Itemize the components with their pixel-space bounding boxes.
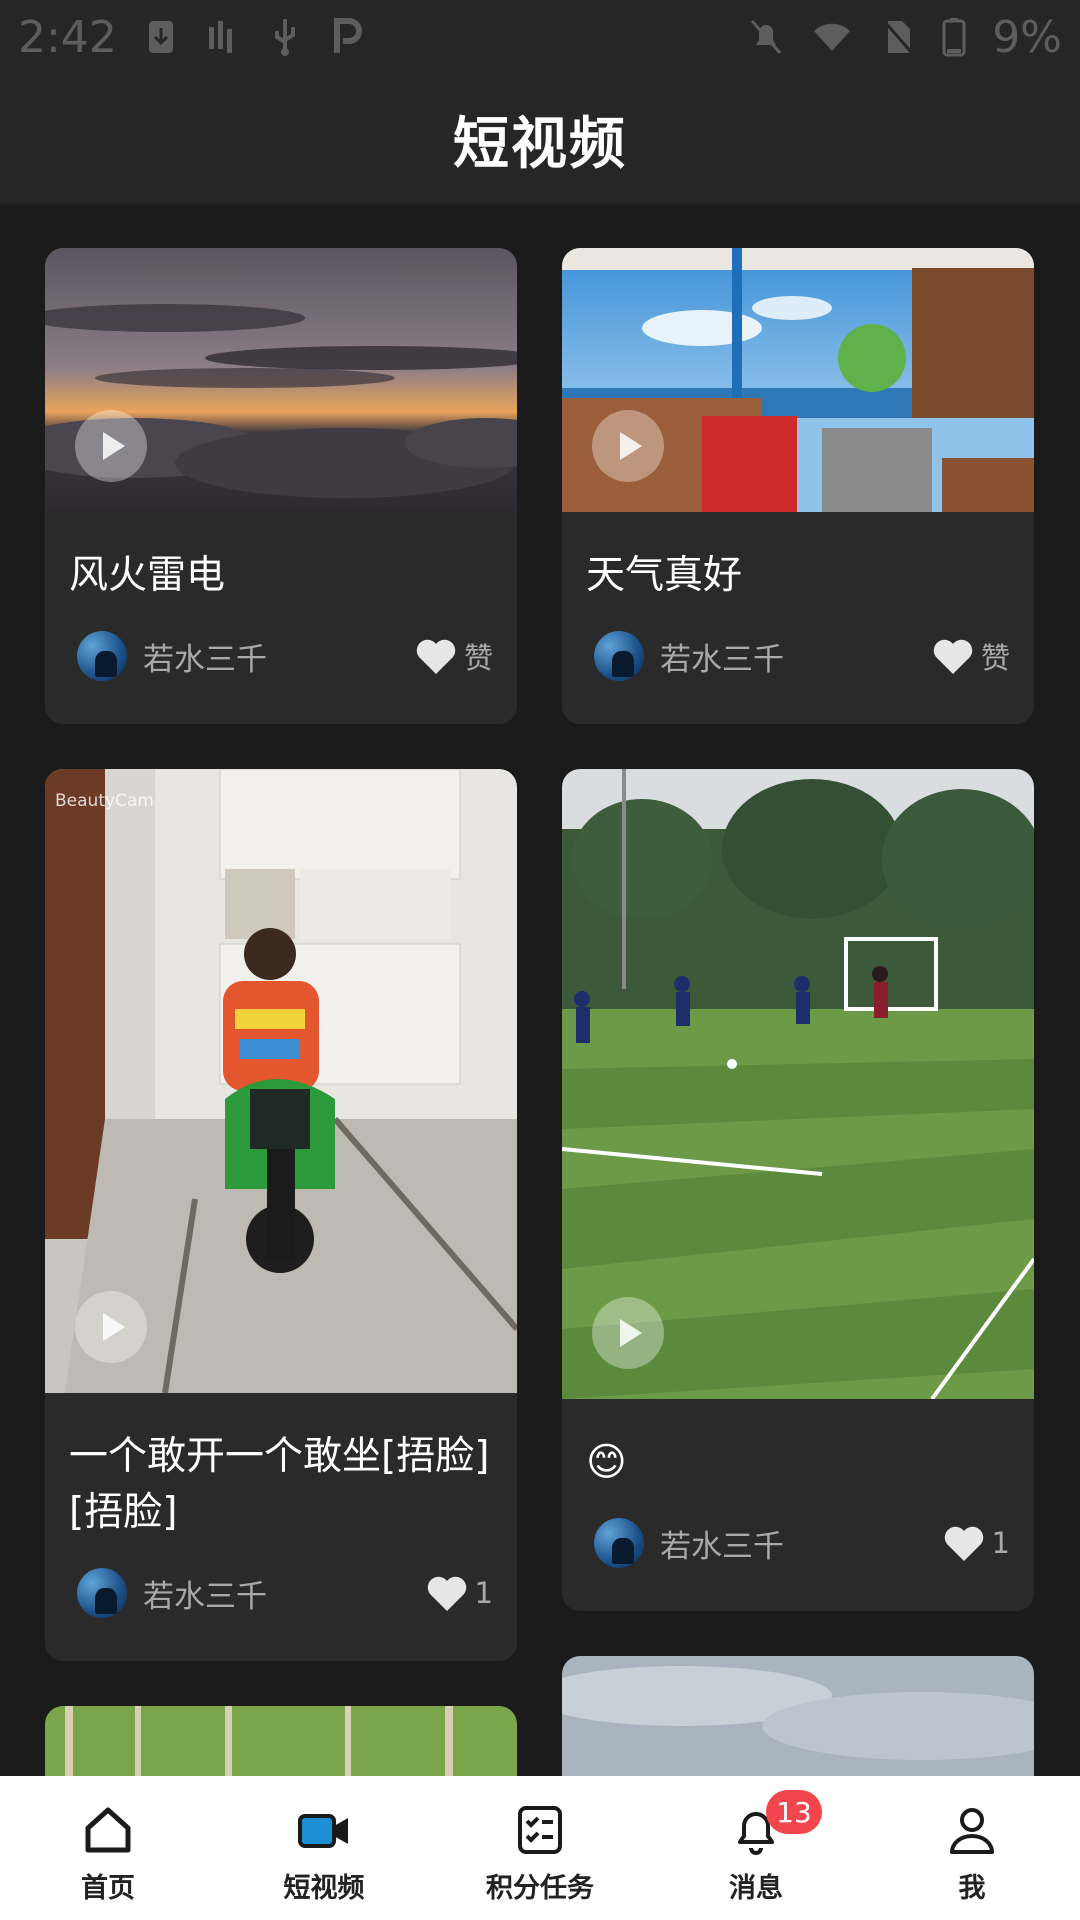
nav-label: 我 (958, 1873, 986, 1904)
nav-item-messages[interactable]: 消息 13 (648, 1776, 864, 1920)
avatar[interactable] (77, 631, 127, 681)
nav-item-short-video[interactable]: 短视频 (216, 1776, 432, 1920)
usb-icon (274, 19, 295, 56)
feed-column-right: 天气真好 若水三千 赞 😊 若水三千 1 (562, 248, 1034, 1776)
feed-column-left: 风火雷电 若水三千 赞 BeautyCam 一个敢开一个敢坐[捂脸][捂脸] 若… (45, 248, 517, 1776)
battery-level: 9% (992, 11, 1062, 63)
battery-icon (942, 18, 966, 57)
card-body: 一个敢开一个敢坐[捂脸][捂脸] 若水三千 1 (45, 1393, 517, 1661)
video-thumbnail[interactable]: BeautyCam (45, 769, 517, 1393)
like-button[interactable]: 赞 (931, 635, 1010, 677)
play-icon[interactable] (75, 1291, 147, 1363)
nav-label: 积分任务 (486, 1873, 594, 1904)
author-name[interactable]: 若水三千 (660, 634, 784, 679)
page-title: 短视频 (453, 111, 627, 177)
parking-icon (333, 18, 362, 53)
author-name[interactable]: 若水三千 (143, 1571, 267, 1616)
heart-icon (944, 1526, 983, 1561)
card-body: 天气真好 若水三千 赞 (562, 512, 1034, 724)
heart-icon (933, 639, 973, 674)
card-meta: 若水三千 1 (586, 1517, 1010, 1569)
card-body: 😊 若水三千 1 (562, 1399, 1034, 1611)
avatar[interactable] (77, 1568, 127, 1618)
screen: 2:42 9% 短视频 风火雷电 若水三千 赞 BeautyCam 一个敢开一个… (0, 0, 1080, 1920)
card-meta: 若水三千 1 (69, 1567, 493, 1619)
video-card[interactable]: 😊 若水三千 1 (562, 769, 1034, 1611)
video-card-partial[interactable] (562, 1656, 1034, 1776)
status-right: 9% (748, 12, 1062, 63)
card-body: 风火雷电 若水三千 赞 (45, 512, 517, 724)
user-icon (950, 1808, 994, 1854)
card-meta: 若水三千 赞 (69, 630, 493, 682)
video-title: 天气真好 (586, 553, 743, 598)
beautycam-watermark: BeautyCam (55, 791, 154, 811)
avatar[interactable] (594, 631, 644, 681)
nav-label: 首页 (81, 1873, 135, 1904)
unread-badge: 13 (766, 1790, 822, 1834)
wifi-icon (814, 23, 851, 51)
video-thumbnail[interactable] (45, 1706, 517, 1776)
app-header: 短视频 (0, 74, 1080, 204)
like-count: 赞 (463, 641, 493, 675)
video-title: 一个敢开一个敢坐[捂脸][捂脸] (69, 1434, 490, 1535)
nav-label: 消息 (729, 1873, 783, 1904)
thumbnail-image-forest (45, 1706, 517, 1776)
like-count: 赞 (980, 641, 1010, 675)
task-list-icon (518, 1806, 562, 1854)
heart-icon (427, 1576, 466, 1611)
video-thumbnail[interactable] (562, 1656, 1034, 1776)
bell-off-icon (751, 20, 782, 54)
play-icon[interactable] (592, 410, 664, 482)
author-name[interactable]: 若水三千 (143, 634, 267, 679)
status-bar: 2:42 9% (0, 0, 1080, 74)
video-title: 风火雷电 (69, 553, 226, 598)
video-title: 😊 (586, 1440, 627, 1485)
video-feed[interactable]: 风火雷电 若水三千 赞 BeautyCam 一个敢开一个敢坐[捂脸][捂脸] 若… (0, 204, 1080, 1776)
like-button[interactable]: 赞 (414, 635, 493, 677)
play-icon[interactable] (75, 410, 147, 482)
thumbnail-image-cloudy-sky (562, 1656, 1034, 1776)
nav-item-tasks[interactable]: 积分任务 (432, 1776, 648, 1920)
bottom-nav: 首页 短视频 积分任务 消息 13 我 (0, 1776, 1080, 1920)
avatar[interactable] (594, 1518, 644, 1568)
video-thumbnail[interactable] (562, 769, 1034, 1399)
status-time: 2:42 (18, 11, 117, 63)
video-thumbnail[interactable] (45, 248, 517, 512)
nav-label: 短视频 (283, 1873, 365, 1904)
video-camera-icon (298, 1814, 348, 1848)
video-card[interactable]: 天气真好 若水三千 赞 (562, 248, 1034, 724)
video-card[interactable]: BeautyCam 一个敢开一个敢坐[捂脸][捂脸] 若水三千 1 (45, 769, 517, 1661)
video-card[interactable]: 风火雷电 若水三千 赞 (45, 248, 517, 724)
status-left: 2:42 (18, 12, 365, 63)
like-button[interactable]: 1 (942, 1523, 1010, 1563)
card-meta: 若水三千 赞 (586, 630, 1010, 682)
like-count: 1 (991, 1526, 1010, 1560)
nav-item-home[interactable]: 首页 (0, 1776, 216, 1920)
download-icon (148, 21, 173, 53)
home-icon (85, 1807, 131, 1853)
sound-bars-icon (208, 21, 232, 53)
video-card-partial[interactable] (45, 1706, 517, 1776)
heart-icon (416, 639, 456, 674)
like-count: 1 (474, 1576, 493, 1610)
video-thumbnail[interactable] (562, 248, 1034, 512)
sim-off-icon (883, 20, 914, 54)
nav-item-me[interactable]: 我 (864, 1776, 1080, 1920)
like-button[interactable]: 1 (425, 1573, 493, 1613)
author-name[interactable]: 若水三千 (660, 1521, 784, 1566)
play-icon[interactable] (592, 1297, 664, 1369)
